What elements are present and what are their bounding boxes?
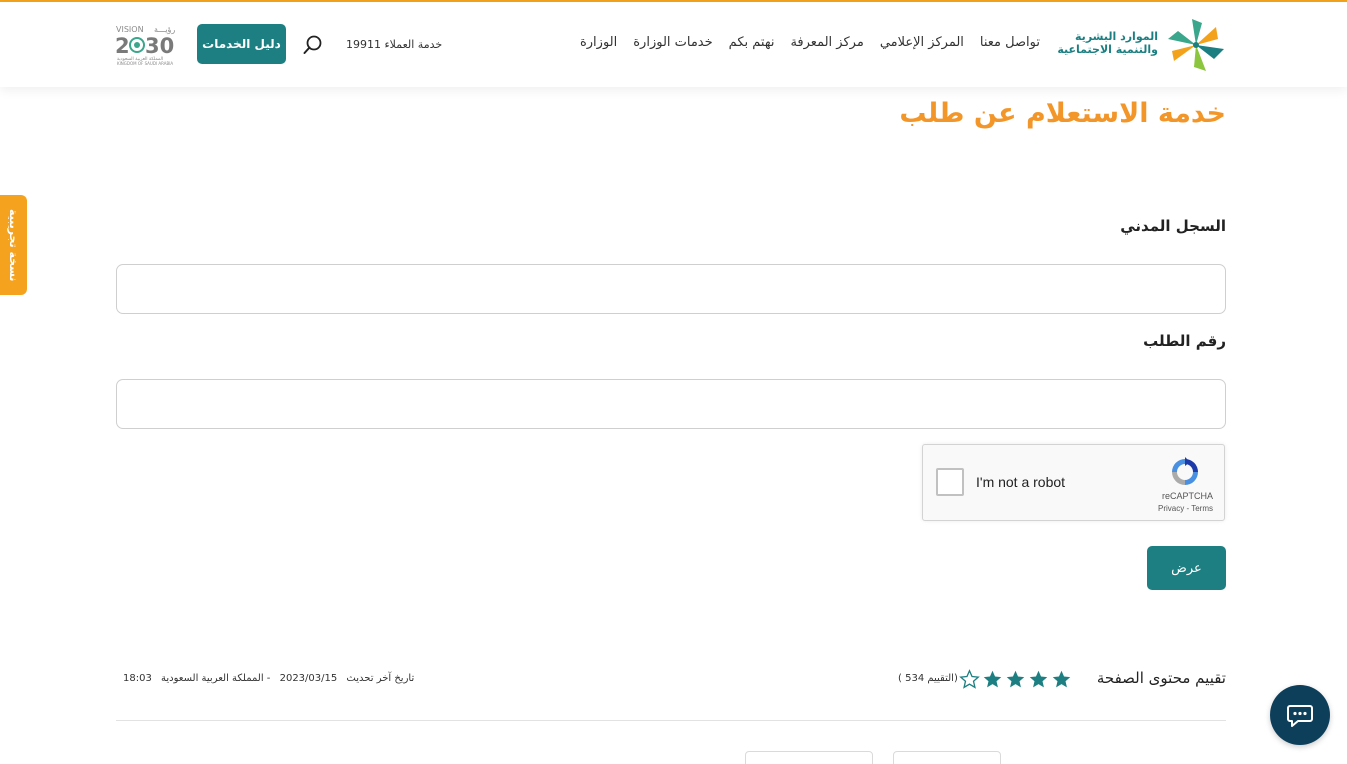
- submit-button[interactable]: عرض: [1147, 546, 1226, 590]
- last-updated-time: 18:03: [123, 673, 152, 684]
- star-filled-icon[interactable]: [1028, 669, 1049, 690]
- nav-item-services[interactable]: خدمات الوزارة: [633, 35, 712, 50]
- request-number-input[interactable]: [116, 379, 1226, 429]
- nav-item-ministry[interactable]: الوزارة: [580, 35, 617, 50]
- nav-item-we-care[interactable]: نهتم بكم: [729, 35, 775, 50]
- footer-divider: [116, 720, 1226, 721]
- svg-text:VISION: VISION: [116, 25, 144, 34]
- request-number-label: رقم الطلب: [1143, 332, 1226, 350]
- civil-record-label: السجل المدني: [1120, 217, 1226, 235]
- nav-item-knowledge-center[interactable]: مركز المعرفة: [790, 35, 863, 50]
- recaptcha-label: I'm not a robot: [976, 474, 1066, 490]
- civil-record-input[interactable]: [116, 264, 1226, 314]
- main-nav: الوزارة خدمات الوزارة نهتم بكم مركز المع…: [580, 35, 1040, 50]
- nav-item-contact[interactable]: تواصل معنا: [980, 35, 1040, 50]
- recaptcha-brand: reCAPTCHA: [1161, 491, 1213, 501]
- star-filled-icon[interactable]: [1051, 669, 1072, 690]
- ministry-logo[interactable]: الموارد البشرية والتنمية الاجتماعية: [1057, 18, 1228, 72]
- feedback-option-box[interactable]: [893, 751, 1001, 764]
- beta-version-label: نسخة تجريبية: [7, 208, 20, 282]
- recaptcha-checkbox[interactable]: [936, 468, 964, 496]
- last-updated-label: تاريخ آخر تحديث: [346, 673, 415, 684]
- ministry-logo-mark: [1168, 19, 1224, 71]
- vision-2030-logo[interactable]: VISION رؤيـــة 2 30 المملكة العربية السع…: [114, 22, 182, 68]
- site-header: الموارد البشرية والتنمية الاجتماعية الوز…: [0, 2, 1347, 87]
- star-empty-icon[interactable]: [959, 669, 980, 690]
- chat-bubble-icon[interactable]: [1270, 685, 1330, 745]
- svg-text:30: 30: [145, 34, 174, 58]
- ministry-logo-text: الموارد البشرية والتنمية الاجتماعية: [1057, 30, 1158, 56]
- page-title: خدمة الاستعلام عن طلب: [899, 98, 1226, 129]
- nav-item-media-center[interactable]: المركز الإعلامي: [880, 35, 964, 50]
- star-filled-icon[interactable]: [1005, 669, 1026, 690]
- beta-version-tab[interactable]: نسخة تجريبية: [0, 195, 27, 295]
- svg-text:2: 2: [115, 34, 130, 58]
- page-rating-label: تقييم محتوى الصفحة: [1096, 669, 1226, 687]
- recaptcha-widget: I'm not a robot reCAPTCHA Privacy - Term…: [922, 444, 1225, 521]
- recaptcha-logo-icon: [1172, 457, 1198, 485]
- last-updated-date: 2023/03/15: [279, 673, 338, 684]
- rating-stars: [959, 669, 1072, 690]
- last-updated-info: تاريخ آخر تحديث 2023/03/15 - المملكة الع…: [120, 673, 417, 684]
- services-guide-button[interactable]: دليل الخدمات: [197, 24, 286, 64]
- recaptcha-privacy-terms[interactable]: Privacy - Terms: [1158, 504, 1213, 513]
- search-icon[interactable]: [302, 34, 324, 56]
- vision-2030-logo-mark: VISION رؤيـــة 2 30 المملكة العربية السع…: [115, 25, 175, 66]
- customer-service-hotline[interactable]: خدمة العملاء 19911: [346, 38, 442, 51]
- feedback-option-box[interactable]: [745, 751, 873, 764]
- last-updated-location: - المملكة العربية السعودية: [161, 673, 271, 684]
- rating-count: (التقييم 534 ): [898, 673, 958, 684]
- star-filled-icon[interactable]: [982, 669, 1003, 690]
- svg-text:KINGDOM OF SAUDI ARABIA: KINGDOM OF SAUDI ARABIA: [117, 61, 173, 66]
- svg-text:رؤيـــة: رؤيـــة: [154, 25, 175, 34]
